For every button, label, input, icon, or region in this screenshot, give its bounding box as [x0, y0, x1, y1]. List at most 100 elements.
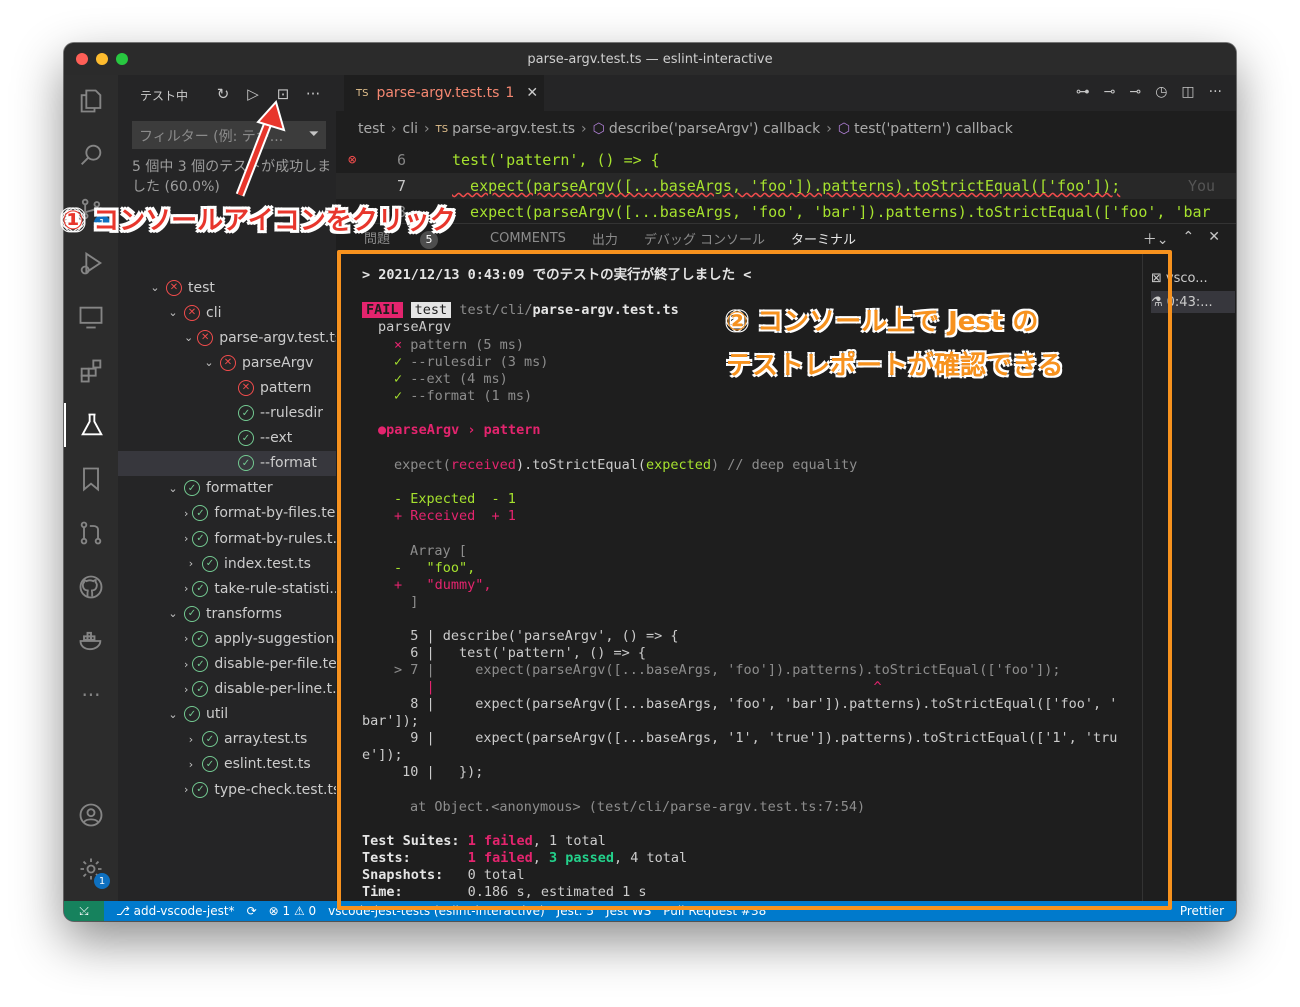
chevron-down-icon[interactable]: ⌄	[184, 331, 193, 344]
chevron-down-icon[interactable]: ⌄	[166, 708, 180, 721]
chevron-right-icon[interactable]: ›	[184, 557, 198, 570]
test-tree-item[interactable]: ⌄ ✕ parseArgv	[118, 350, 336, 375]
test-tree-item[interactable]: ⌄ ✓ formatter	[118, 476, 336, 501]
search-icon[interactable]	[64, 133, 118, 177]
git-next-icon[interactable]: ⊸	[1129, 84, 1141, 100]
explorer-icon[interactable]	[64, 79, 118, 123]
bookmarks-icon[interactable]	[64, 457, 118, 501]
remote-indicator-icon[interactable]: ⤩	[64, 901, 104, 921]
test-failed-icon[interactable]: ⊗	[348, 152, 356, 168]
git-prev-icon[interactable]: ⊸	[1104, 84, 1116, 100]
summary-tests: Tests: 1 failed, 3 passed, 4 total	[362, 850, 688, 866]
more-views-icon[interactable]: ···	[64, 673, 118, 717]
test-tree-item[interactable]: › ✓ format-by-files.te...	[118, 501, 336, 526]
test-tree-item[interactable]: ⌄ ✓ transforms	[118, 601, 336, 626]
chevron-right-icon[interactable]: ›	[184, 683, 188, 696]
test-result-line: × pattern (5 ms)	[394, 337, 525, 353]
test-tree-item[interactable]: ✕ pattern	[118, 375, 336, 400]
test-filter-input[interactable]: フィルター (例: テキ... ⏷	[132, 121, 326, 149]
test-tree-label: pattern	[260, 379, 312, 396]
chevron-right-icon[interactable]: ›	[184, 658, 188, 671]
test-tree-item[interactable]: › ✓ index.test.ts	[118, 551, 336, 576]
jest-status[interactable]: Jest: 5	[557, 904, 594, 918]
test-tree-item[interactable]: ⌄ ✕ cli	[118, 300, 336, 325]
testing-icon[interactable]	[64, 403, 118, 447]
chevron-right-icon[interactable]: ›	[184, 532, 188, 545]
close-tab-icon[interactable]: ✕	[526, 85, 538, 101]
test-tree-item[interactable]: ✓ --rulesdir	[118, 401, 336, 426]
editor-more-icon[interactable]: ···	[1209, 84, 1222, 100]
chevron-down-icon[interactable]: ⌄	[166, 607, 180, 620]
chevron-down-icon[interactable]: ⌄	[166, 482, 180, 495]
code-frame-line: e']);	[362, 747, 403, 763]
extensions-icon[interactable]	[64, 349, 118, 393]
test-tree-item[interactable]: ⌄ ✓ util	[118, 702, 336, 727]
tab-comments[interactable]: COMMENTS	[490, 231, 566, 246]
split-editor-icon[interactable]: ◫	[1181, 84, 1194, 100]
test-tree-item[interactable]: › ✓ eslint.test.ts	[118, 752, 336, 777]
timeline-icon[interactable]: ◷	[1155, 84, 1167, 100]
breadcrumb-item[interactable]: cli	[403, 121, 418, 137]
chevron-right-icon[interactable]: ›	[184, 733, 198, 746]
more-actions-icon[interactable]: ···	[304, 85, 322, 103]
chevron-right-icon[interactable]: ›	[184, 783, 188, 796]
test-tree-item[interactable]: › ✓ disable-per-line.t...	[118, 677, 336, 702]
tab-parse-argv-test[interactable]: TS parse-argv.test.ts 1 ✕	[344, 75, 544, 111]
pull-requests-icon[interactable]	[64, 511, 118, 555]
new-terminal-icon[interactable]: ＋⌄	[1143, 229, 1169, 249]
terminal-instance[interactable]: ⊠ vsco...	[1151, 267, 1235, 289]
test-tree-item[interactable]: › ✓ type-check.test.ts	[118, 777, 336, 802]
sync-icon[interactable]: ⟳	[247, 904, 257, 918]
chevron-right-icon[interactable]: ›	[184, 758, 198, 771]
test-tree-item[interactable]: ✓ --format	[118, 450, 336, 476]
chevron-right-icon[interactable]: ›	[184, 632, 188, 645]
terminal-instance[interactable]: ⚗ 0:43:...	[1151, 291, 1235, 313]
github-icon[interactable]	[64, 565, 118, 609]
close-window-button[interactable]	[76, 53, 88, 65]
test-tree-label: apply-suggestion...	[214, 630, 336, 647]
test-tree-item[interactable]: ⌄ ✕ parse-argv.test.ts	[118, 325, 336, 350]
docker-icon[interactable]	[64, 619, 118, 663]
minimize-window-button[interactable]	[96, 53, 108, 65]
filter-icon[interactable]: ⏷	[309, 127, 319, 142]
annotation-step2: ② コンソール上で Jest の テストレポートが確認できる	[726, 307, 1064, 381]
prettier-status[interactable]: Prettier	[1180, 904, 1224, 918]
maximize-panel-icon[interactable]: ⌃	[1183, 229, 1195, 249]
breadcrumb-item[interactable]: parse-argv.test.ts	[452, 121, 575, 137]
code-line: 8 expect(parseArgv([...baseArgs, 'foo', …	[396, 203, 1211, 221]
settings-gear-icon[interactable]: 1	[64, 847, 118, 891]
tab-terminal[interactable]: ターミナル	[791, 229, 856, 248]
run-debug-icon[interactable]	[64, 241, 118, 285]
test-tree-label: disable-per-line.t...	[214, 681, 336, 698]
chevron-down-icon[interactable]: ⌄	[202, 356, 216, 369]
refresh-tests-icon[interactable]: ↻	[214, 85, 232, 103]
pull-request-status[interactable]: Pull Request #38	[663, 904, 766, 918]
test-tree-item[interactable]: › ✓ format-by-rules.t...	[118, 526, 336, 551]
close-panel-icon[interactable]: ✕	[1208, 229, 1220, 249]
chevron-right-icon[interactable]: ›	[184, 507, 188, 520]
jest-ws-status[interactable]: Jest WS	[606, 904, 651, 918]
breadcrumb-item[interactable]: test	[358, 121, 385, 137]
chevron-right-icon[interactable]: ›	[184, 582, 188, 595]
breadcrumb-item[interactable]: describe('parseArgv') callback	[609, 121, 820, 137]
branch-status[interactable]: ⎇ add-vscode-jest*	[116, 904, 235, 918]
chevron-down-icon[interactable]: ⌄	[166, 306, 180, 319]
zoom-window-button[interactable]	[116, 53, 128, 65]
test-tree-item[interactable]: › ✓ take-rule-statisti...	[118, 576, 336, 601]
test-tree-item[interactable]: › ✓ disable-per-file.te...	[118, 652, 336, 677]
remote-explorer-icon[interactable]	[64, 295, 118, 339]
chevron-down-icon[interactable]: ⌄	[148, 281, 162, 294]
breadcrumb-item[interactable]: test('pattern') callback	[854, 121, 1013, 137]
test-tree-item[interactable]: ✓ --ext	[118, 426, 336, 451]
tab-output[interactable]: 出力	[592, 229, 618, 248]
tab-debug-console[interactable]: デバッグ コンソール	[644, 229, 765, 248]
problems-status[interactable]: ⊗ 1 ⚠ 0	[269, 904, 317, 918]
test-tree-item[interactable]: › ✓ apply-suggestion...	[118, 626, 336, 651]
git-compare-icon[interactable]: ⊶	[1076, 84, 1090, 100]
jest-task-status[interactable]: vscode-jest-tests (eslint-interactive)	[328, 904, 544, 918]
account-icon[interactable]	[64, 793, 118, 837]
code-editor[interactable]: ⊗ 6 test('pattern', () => { 7 expect(par…	[336, 147, 1236, 223]
test-tree-item[interactable]: › ✓ array.test.ts	[118, 727, 336, 752]
test-tree-item[interactable]: ⌄ ✕ test	[118, 275, 336, 300]
code-frame-line: > 7 | expect(parseArgv([...baseArgs, 'fo…	[394, 662, 1061, 678]
